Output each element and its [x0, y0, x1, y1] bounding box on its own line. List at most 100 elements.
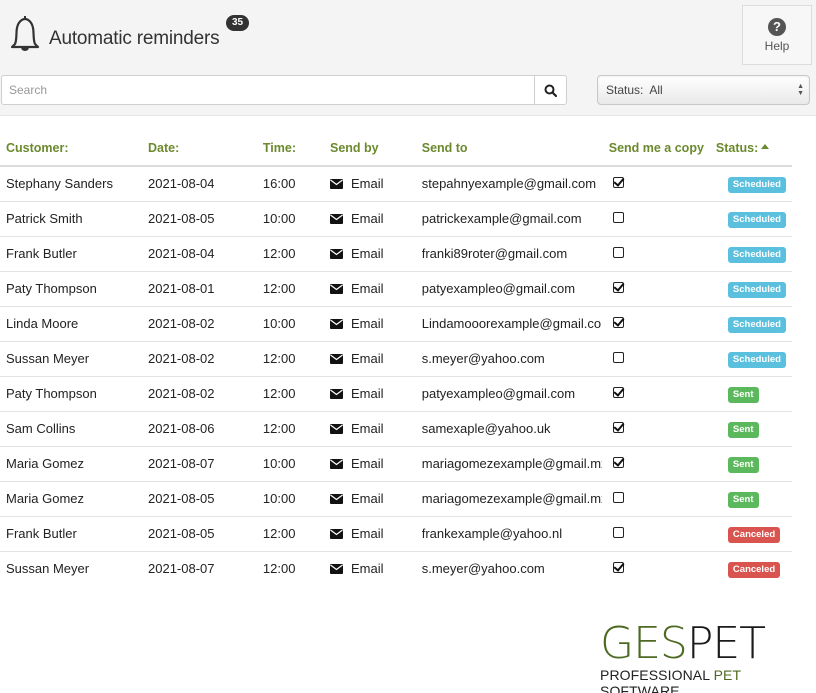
table-row[interactable]: Paty Thompson 2021-08-01 12:00 Email patyexa…: [0, 271, 792, 307]
send-to-cell: s.meyer@yahoo.com: [415, 341, 603, 377]
search-box: [1, 75, 567, 105]
send-copy-cell: [602, 481, 710, 517]
send-to-email: stepahnyexample@gmail.com: [421, 176, 597, 192]
table-row[interactable]: Maria Gomez 2021-08-07 10:00 Email mariagome…: [0, 446, 792, 482]
table-row[interactable]: Maria Gomez 2021-08-05 10:00 Email mariagome…: [0, 481, 792, 517]
send-copy-cell: [602, 446, 710, 482]
table-row[interactable]: Sussan Meyer 2021-08-07 12:00 Email s.meyer@…: [0, 551, 792, 586]
time-cell: 12:00: [262, 561, 296, 577]
search-button[interactable]: [534, 76, 566, 104]
tagline-part1: PROFESSIONAL: [600, 667, 714, 683]
table-row[interactable]: Patrick Smith 2021-08-05 10:00 Email patrick…: [0, 201, 792, 237]
status-cell: Canceled: [709, 516, 792, 552]
time-cell: 12:00: [256, 411, 324, 447]
send-to-email: patrickexample@gmail.com: [421, 211, 582, 226]
status-badge: Scheduled: [727, 351, 786, 368]
send-copy-checkbox[interactable]: [612, 247, 624, 258]
column-header-customer[interactable]: Customer:: [0, 131, 143, 167]
status-filter-value: All: [649, 83, 663, 97]
column-header-time[interactable]: Time:: [256, 131, 324, 167]
status-badge: Sent: [727, 456, 759, 473]
status-badge: Canceled: [727, 561, 781, 578]
table-row[interactable]: Paty Thompson 2021-08-02 12:00 Email patyexa…: [0, 376, 792, 412]
gespet-logo: GESPET PROFESSIONAL PET SOFTWARE: [600, 622, 816, 693]
help-label: Help: [764, 38, 790, 53]
status-cell: Scheduled: [709, 306, 792, 342]
table-row[interactable]: Sussan Meyer 2021-08-02 12:00 Email s.meyer@…: [0, 341, 792, 377]
time-cell: 10:00: [256, 201, 324, 237]
send-by-label: Email: [351, 456, 384, 471]
send-copy-checkbox[interactable]: [612, 177, 624, 189]
status-cell: Scheduled: [709, 341, 792, 377]
send-to-email: samexaple@yahoo.uk: [421, 421, 551, 436]
send-copy-checkbox[interactable]: [612, 562, 624, 574]
table-row[interactable]: Stephany Sanders 2021-08-04 16:00 Email step…: [0, 166, 792, 202]
table-row[interactable]: Sam Collins 2021-08-06 12:00 Email samexaple…: [0, 411, 792, 447]
send-copy-checkbox[interactable]: [612, 282, 624, 293]
customer-cell: Patrick Smith: [0, 201, 143, 237]
send-by-cell: Email: [324, 166, 416, 202]
date-cell: 2021-08-07: [142, 446, 257, 482]
envelope-icon: [330, 493, 343, 504]
send-to-email: patyexampleo@gmail.com: [421, 386, 576, 401]
send-copy-checkbox[interactable]: [612, 457, 624, 468]
send-copy-checkbox[interactable]: [612, 492, 624, 503]
send-by-label: Email: [351, 211, 384, 226]
send-by-cell: Email: [324, 376, 416, 412]
time-cell: 10:00: [256, 306, 324, 342]
table-row[interactable]: Linda Moore 2021-08-02 10:00 Email Lindamooo…: [0, 306, 792, 342]
table-row[interactable]: Frank Butler 2021-08-05 12:00 Email frankexa…: [0, 516, 792, 552]
time-cell: 12:00: [256, 271, 324, 307]
send-by-label: Email: [351, 351, 384, 366]
send-by-label: Email: [351, 246, 384, 261]
send-to-email: patyexampleo@gmail.com: [421, 281, 576, 296]
send-to-cell: franki89roter@gmail.com: [415, 236, 603, 272]
select-arrows-icon: ▲ ▼: [797, 83, 804, 97]
send-copy-cell: [602, 271, 710, 307]
column-header-send-by[interactable]: Send by: [324, 131, 416, 167]
customer-cell: Sam Collins: [0, 411, 143, 447]
column-header-status[interactable]: Status:: [709, 131, 792, 167]
table-row[interactable]: Frank Butler 2021-08-04 12:00 Email franki89…: [0, 236, 792, 272]
send-copy-checkbox[interactable]: [612, 422, 624, 433]
table-body: Stephany Sanders 2021-08-04 16:00 Email step…: [0, 166, 792, 586]
send-copy-checkbox[interactable]: [612, 352, 624, 363]
question-circle-icon: ?: [768, 17, 786, 36]
search-input[interactable]: [2, 76, 534, 104]
customer-cell: Maria Gomez: [0, 481, 143, 517]
date-cell: 2021-08-02: [142, 306, 257, 342]
send-copy-checkbox[interactable]: [612, 527, 624, 538]
date-cell: 2021-08-04: [142, 166, 257, 202]
tagline-part3: SOFTWARE: [600, 683, 680, 693]
customer-cell: Sussan Meyer: [6, 561, 90, 577]
status-cell: Canceled: [710, 551, 792, 586]
envelope-icon: [330, 248, 343, 259]
status-filter-select[interactable]: Status: All ▲ ▼: [597, 75, 810, 105]
status-cell: Sent: [709, 411, 792, 447]
envelope-icon: [330, 178, 343, 189]
column-header-send-copy[interactable]: Send me a copy: [602, 131, 710, 167]
send-by-label: Email: [351, 421, 384, 436]
send-to-cell: patrickexample@gmail.com: [415, 201, 603, 237]
send-copy-checkbox[interactable]: [612, 387, 624, 398]
envelope-icon: [330, 213, 343, 224]
send-by-label: Email: [351, 281, 384, 296]
search-icon: [544, 84, 557, 97]
send-copy-checkbox[interactable]: [612, 317, 624, 328]
send-by-label: Email: [351, 491, 384, 506]
date-cell: 2021-08-05: [142, 516, 257, 552]
reminder-count-badge: 35: [226, 15, 250, 31]
send-by-cell: Email: [324, 411, 416, 447]
time-cell: 12:00: [256, 516, 324, 552]
logo-ges: GES: [600, 618, 688, 669]
column-header-date[interactable]: Date:: [142, 131, 257, 167]
date-cell: 2021-08-04: [142, 236, 257, 272]
help-button[interactable]: ? Help: [742, 5, 812, 65]
status-badge: Sent: [727, 421, 759, 438]
column-header-send-to[interactable]: Send to: [415, 131, 603, 167]
send-by-cell: Email: [324, 551, 416, 586]
send-to-email: mariagomezexample@gmail.mx: [421, 491, 602, 506]
send-by-cell: Email: [324, 306, 416, 342]
logo-pet: PET: [686, 618, 766, 669]
send-copy-checkbox[interactable]: [612, 212, 624, 223]
